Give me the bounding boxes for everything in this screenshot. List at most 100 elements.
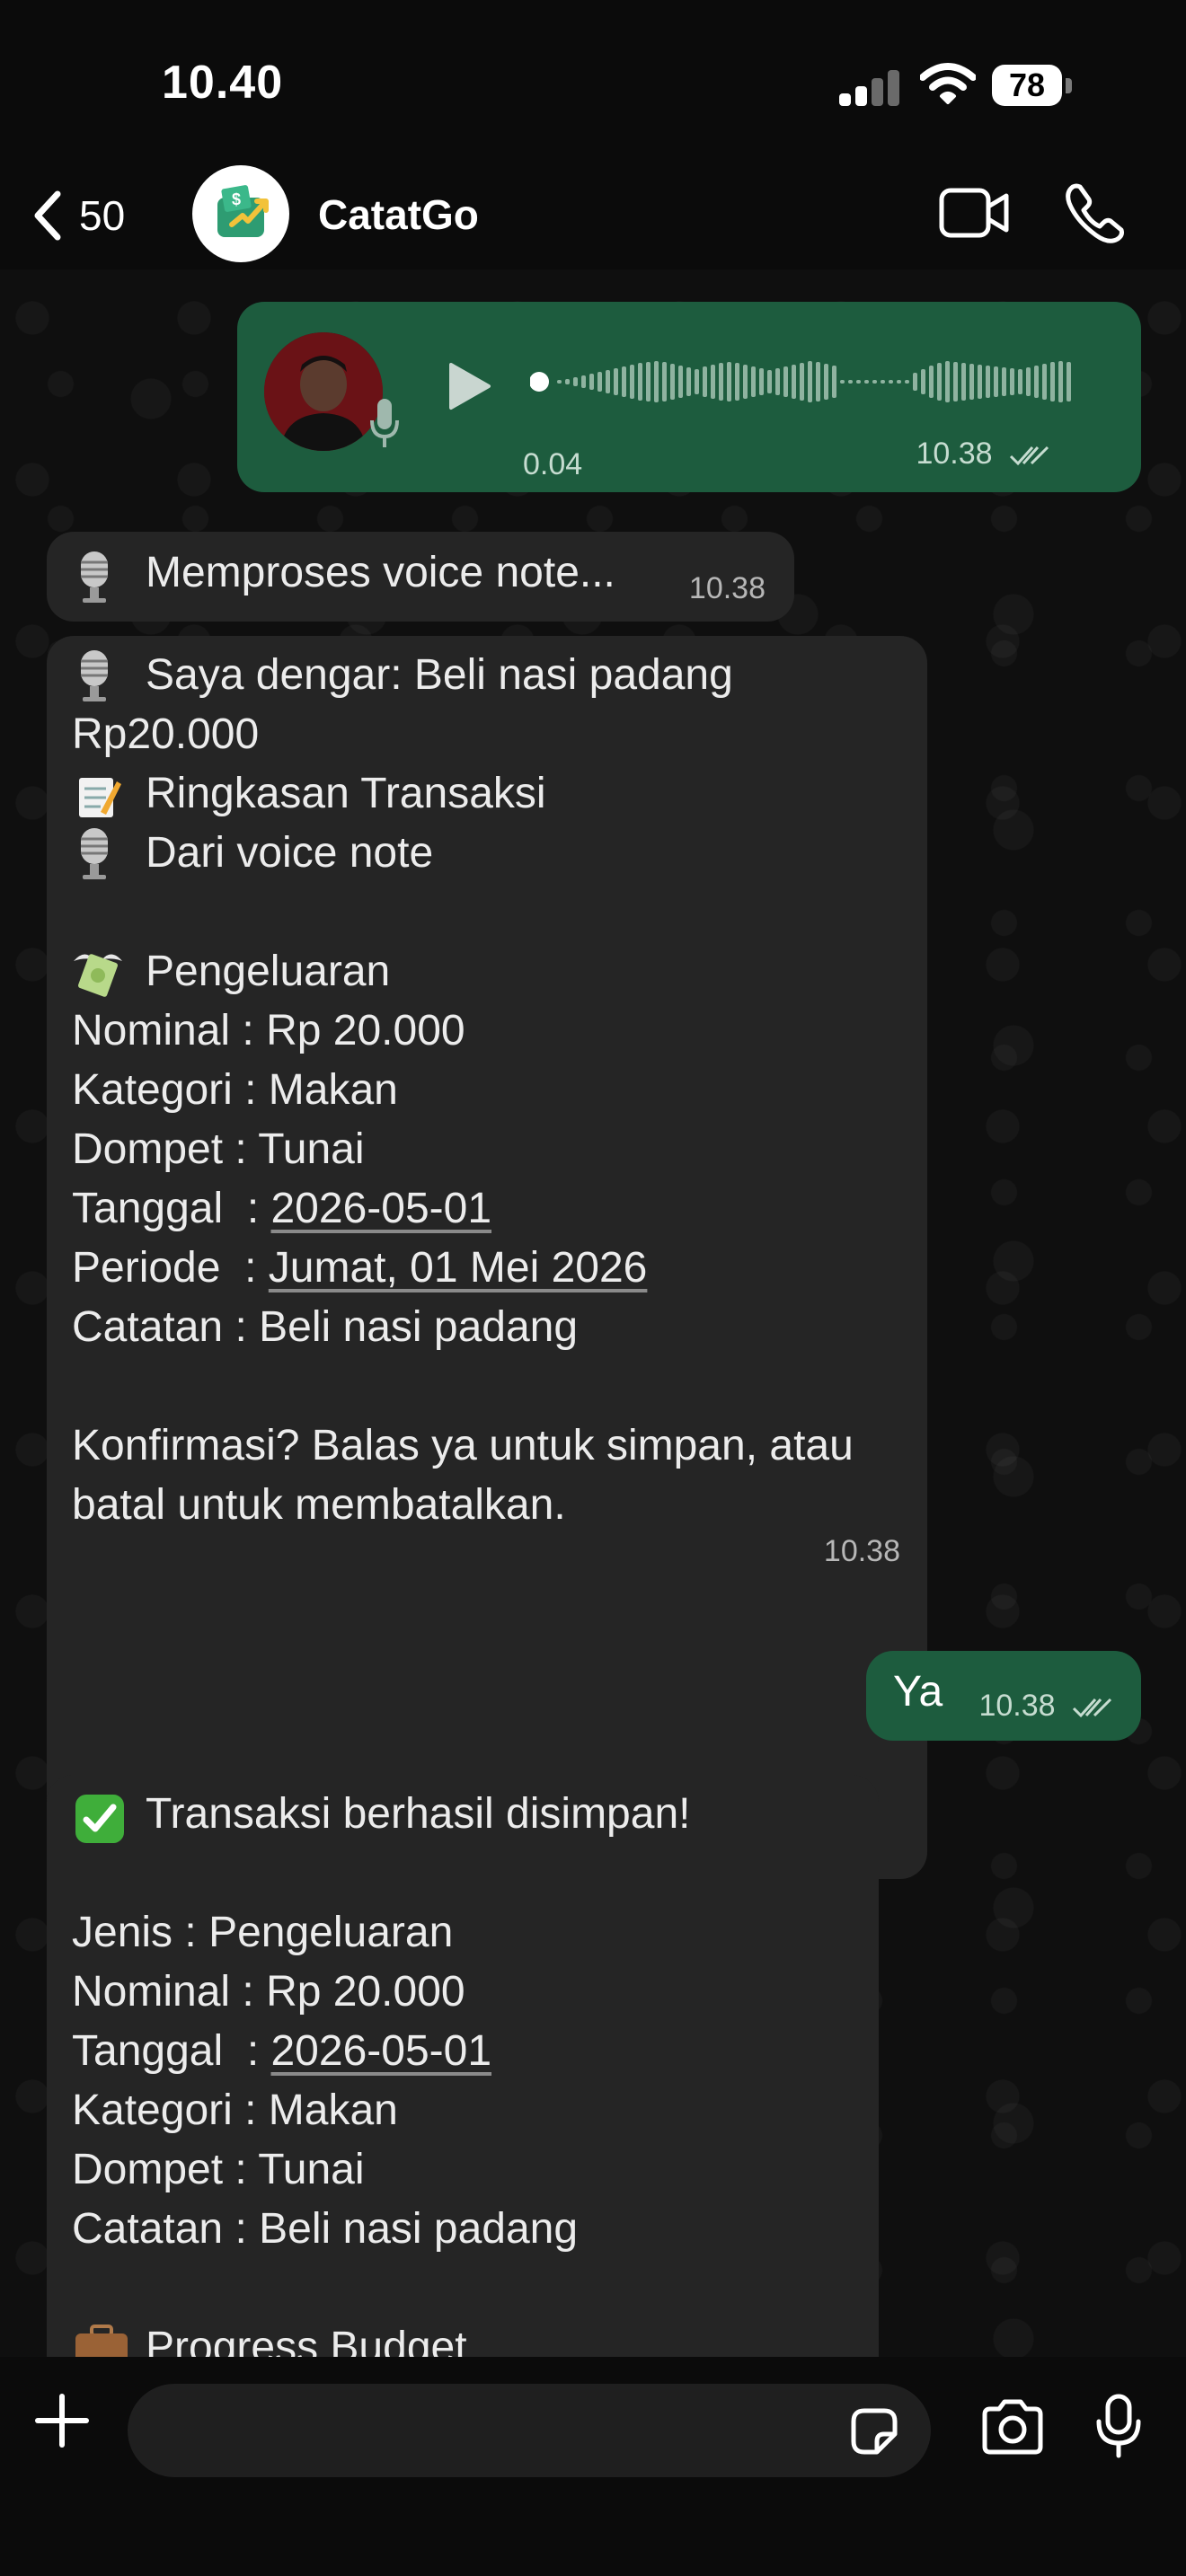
voice-duration: 0.04	[523, 447, 583, 481]
waveform-bar	[1034, 366, 1039, 398]
confirm-text-2: batal untuk membatalkan.	[72, 1481, 566, 1529]
video-camera-icon	[939, 188, 1009, 238]
wifi-icon	[919, 63, 977, 109]
waveform-bar	[937, 363, 942, 401]
camera-button[interactable]	[979, 2396, 1046, 2460]
waveform-bar	[751, 366, 756, 397]
back-button[interactable]: 50	[27, 181, 125, 250]
check-mark-button-icon	[75, 1795, 124, 1843]
waveform-bar	[840, 380, 845, 384]
waveform-bar	[1018, 369, 1022, 394]
processing-message[interactable]: Memproses voice note... 10.38	[47, 532, 794, 622]
waveform-bar	[646, 362, 651, 401]
sticker-icon	[851, 2408, 898, 2455]
waveform-bar	[678, 366, 683, 398]
waveform-bar	[832, 366, 836, 398]
video-call-button[interactable]	[938, 185, 1012, 245]
saved-heading: Transaksi berhasil disimpan!	[146, 1790, 691, 1838]
playback-scrubber[interactable]	[530, 372, 549, 392]
type-field: Jenis : Pengeluaran	[72, 1909, 454, 1956]
app-logo-icon: $	[217, 185, 269, 237]
period-link[interactable]: Jumat, 01 Mei 2026	[269, 1244, 648, 1292]
record-voice-button[interactable]	[1094, 2393, 1143, 2464]
reply-message[interactable]: Ya 10.38	[866, 1651, 1141, 1741]
audio-waveform[interactable]	[530, 350, 1105, 413]
contact-avatar[interactable]: $	[192, 165, 289, 262]
note-field: Catatan : Beli nasi padang	[72, 2205, 579, 2253]
waveform-bar	[1042, 364, 1047, 400]
waveform-bar	[808, 361, 812, 402]
waveform-bar	[1026, 367, 1031, 396]
waveform-bar	[929, 366, 934, 398]
studio-microphone-icon	[81, 551, 108, 603]
budget-heading: Progress Budget	[146, 2324, 467, 2357]
waveform-bar	[783, 366, 788, 397]
transaction-summary-message[interactable]: Saya dengar: Beli nasi padang Rp20.000 R…	[47, 636, 927, 1879]
waveform-bar	[759, 368, 764, 395]
waveform-bar	[881, 380, 885, 384]
waveform-bar	[994, 366, 998, 397]
waveform-bar	[945, 361, 950, 402]
microphone-icon	[367, 395, 403, 457]
date-field: Tanggal : 2026-05-01	[72, 2027, 492, 2075]
waveform-bar	[589, 374, 594, 390]
message-text: Ya	[893, 1668, 943, 1716]
heard-amount: Rp20.000	[72, 710, 260, 758]
waveform-bar	[727, 362, 731, 401]
message-input[interactable]	[128, 2384, 931, 2477]
camera-icon	[982, 2399, 1043, 2455]
contact-name[interactable]: CatatGo	[318, 190, 479, 239]
waveform-bar	[986, 366, 990, 398]
waveform-bar	[775, 368, 780, 395]
chat-area[interactable]: 0.04 10.38 Memproses voice note... 10.38	[0, 269, 1186, 2357]
waveform-bar	[670, 364, 675, 400]
waveform-bar	[978, 365, 982, 399]
svg-text:$: $	[232, 190, 241, 208]
waveform-bar	[905, 380, 909, 384]
nominal-field: Nominal : Rp 20.000	[72, 1968, 465, 2016]
voice-call-button[interactable]	[1064, 181, 1127, 249]
battery-icon: 78	[992, 65, 1072, 108]
waveform-bar	[1050, 362, 1055, 401]
signal-icon	[839, 68, 902, 106]
briefcase-icon	[75, 2325, 128, 2357]
waveform-bar	[719, 363, 723, 401]
wallet-field: Dompet : Tunai	[72, 2146, 365, 2193]
waveform-bar	[913, 373, 917, 391]
waveform-bar	[622, 366, 626, 397]
attach-button[interactable]	[32, 2391, 92, 2455]
phone-icon	[1066, 183, 1124, 243]
date-link[interactable]: 2026-05-01	[270, 1185, 491, 1232]
waveform-bar	[654, 361, 659, 402]
waveform-bar	[1002, 367, 1006, 396]
waveform-bar	[638, 363, 642, 401]
waveform-bar	[606, 370, 610, 393]
heard-text: Saya dengar: Beli nasi padang	[146, 651, 733, 699]
waveform-bar	[695, 369, 699, 394]
waveform-bar	[872, 380, 877, 384]
play-button[interactable]	[444, 359, 494, 418]
wallet-field: Dompet : Tunai	[72, 1125, 365, 1173]
waveform-bar	[969, 364, 974, 400]
plus-icon	[35, 2394, 89, 2448]
battery-level: 78	[992, 65, 1062, 106]
summary-heading: Ringkasan Transaksi	[146, 770, 546, 817]
memo-icon	[79, 778, 121, 817]
waveform-bar	[961, 363, 966, 401]
money-with-wings-icon	[74, 954, 122, 997]
waveform-bar	[1058, 361, 1063, 402]
waveform-bar	[816, 362, 820, 401]
voice-note-message[interactable]: 0.04 10.38	[237, 302, 1141, 492]
message-time: 10.38	[978, 1689, 1114, 1724]
waveform-bar	[573, 377, 578, 386]
date-link[interactable]: 2026-05-01	[270, 2027, 491, 2075]
waveform-bar	[597, 372, 602, 392]
waveform-bar	[1067, 362, 1071, 401]
play-icon	[449, 363, 491, 410]
sticker-button[interactable]	[848, 2405, 900, 2462]
status-time: 10.40	[162, 57, 284, 109]
waveform-bar	[614, 368, 618, 395]
saved-confirmation-message[interactable]: Transaksi berhasil disimpan! Jenis : Pen…	[47, 1775, 879, 2357]
category-field: Kategori : Makan	[72, 1066, 398, 1114]
waveform-bar	[848, 380, 853, 384]
